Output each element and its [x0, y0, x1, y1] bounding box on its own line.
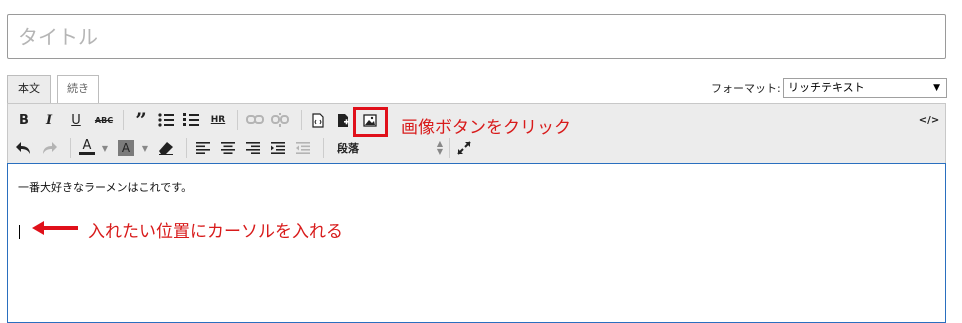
insert-file-button[interactable]	[334, 111, 352, 129]
remove-link-button[interactable]	[271, 111, 289, 129]
redo-button[interactable]	[40, 139, 58, 157]
editor-area[interactable]: 一番大好きなラーメンはこれです。	[7, 163, 946, 323]
text-color-dropdown-icon[interactable]: ▼	[96, 139, 114, 157]
editor-content-text: 一番大好きなラーメンはこれです。	[18, 181, 193, 194]
color-swatch	[79, 152, 95, 155]
indent-button[interactable]	[269, 139, 287, 157]
horizontal-rule-button[interactable]: HR	[207, 111, 229, 129]
align-center-icon	[221, 142, 235, 154]
dropdown-arrow-icon: ▼	[933, 83, 940, 93]
source-code-button[interactable]: </>	[918, 111, 940, 129]
paragraph-format-label: 段落	[337, 142, 359, 155]
background-color-button[interactable]: A	[117, 139, 135, 157]
red-arrow-icon	[32, 221, 78, 235]
eraser-icon	[159, 142, 173, 155]
blockquote-button[interactable]: ”	[132, 108, 150, 132]
image-button-annotation: 画像ボタンをクリック	[401, 118, 571, 138]
numbered-list-icon	[183, 113, 199, 126]
insert-image-button[interactable]	[361, 111, 379, 129]
image-icon	[363, 113, 377, 127]
link-icon	[246, 115, 264, 124]
title-input[interactable]	[7, 14, 946, 59]
align-left-button[interactable]	[194, 139, 212, 157]
format-select[interactable]: リッチテキスト ▼	[783, 78, 947, 98]
toolbar-divider	[123, 110, 124, 130]
format-selected-value: リッチテキスト	[788, 81, 865, 94]
insert-link-button[interactable]	[246, 111, 264, 129]
strikethrough-button[interactable]: ABC	[92, 111, 116, 129]
text-color-button[interactable]: A	[78, 138, 96, 156]
text-cursor	[19, 225, 20, 239]
align-right-button[interactable]	[244, 139, 262, 157]
select-arrows-icon: ▲ ▼	[436, 139, 443, 156]
align-center-button[interactable]	[219, 139, 237, 157]
outdent-icon	[296, 142, 310, 154]
bullet-list-icon	[158, 113, 174, 127]
expand-icon	[457, 141, 471, 155]
cursor-annotation: 入れたい位置にカーソルを入れる	[88, 222, 343, 242]
underline-button[interactable]: U	[67, 111, 85, 129]
clear-format-button[interactable]	[157, 139, 175, 157]
toolbar-divider	[449, 138, 450, 158]
toolbar-divider	[301, 110, 302, 130]
toolbar-divider	[186, 138, 187, 158]
undo-icon	[16, 142, 30, 154]
align-left-icon	[196, 142, 210, 154]
background-color-icon: A	[118, 140, 134, 156]
tab-honbun[interactable]: 本文	[7, 75, 51, 105]
text-color-icon: A	[82, 138, 92, 153]
italic-button[interactable]: I	[40, 111, 58, 129]
outdent-button[interactable]	[294, 139, 312, 157]
background-color-dropdown-icon[interactable]: ▼	[136, 139, 154, 157]
unlink-icon	[271, 113, 289, 127]
file-add-icon	[338, 113, 349, 127]
fullscreen-button[interactable]	[455, 139, 473, 157]
insert-template-button[interactable]	[309, 111, 327, 129]
indent-icon	[271, 142, 285, 154]
format-label: フォーマット:	[711, 82, 781, 95]
toolbar-divider	[237, 110, 238, 130]
align-right-icon	[246, 142, 260, 154]
toolbar-divider	[323, 138, 324, 158]
paragraph-format-select[interactable]: 段落 ▲ ▼	[333, 139, 443, 157]
tab-tsuzuki[interactable]: 続き	[57, 75, 99, 103]
document-code-icon	[312, 112, 324, 128]
bold-button[interactable]: B	[15, 111, 33, 129]
numbered-list-button[interactable]	[182, 111, 200, 129]
toolbar-divider	[70, 138, 71, 158]
bullet-list-button[interactable]	[157, 111, 175, 129]
redo-icon	[43, 142, 57, 154]
undo-button[interactable]	[15, 139, 33, 157]
